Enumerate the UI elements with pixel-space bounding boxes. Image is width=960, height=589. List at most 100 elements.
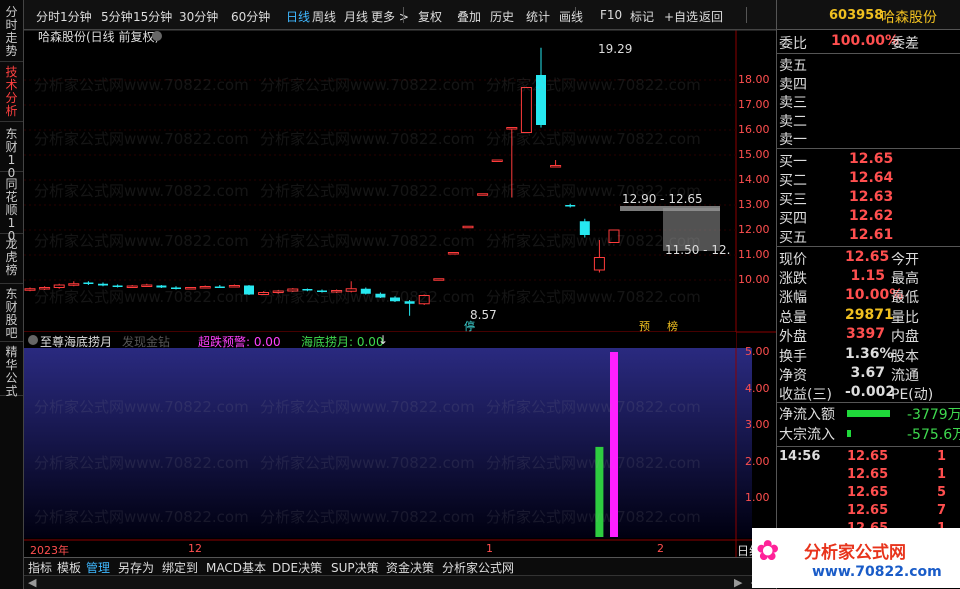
- indicator-tick: 4.00: [745, 381, 770, 395]
- stat-label-2: 最高: [891, 271, 919, 288]
- candle-body: [579, 221, 590, 235]
- stat-label-2: 今开: [891, 252, 919, 268]
- chevron-down-icon[interactable]: [28, 335, 38, 345]
- candle: [593, 240, 605, 273]
- fish-label: 海底捞月: 0.00: [301, 335, 384, 349]
- bottom-tab-5[interactable]: MACD基本: [206, 559, 266, 576]
- indicator-bar: [595, 446, 604, 537]
- buy-level-price: 12.62: [849, 208, 894, 224]
- candle-body: [360, 288, 371, 294]
- stock-chart-window: { "vertical_tabs":["分时走势","技术分析","东财10",…: [0, 0, 960, 589]
- price-tick: 14.00: [738, 173, 770, 186]
- price-tick: 13.00: [738, 198, 770, 211]
- horizontal-scrollbar[interactable]: ◀ ▶ +: [24, 575, 776, 589]
- candle: [390, 296, 400, 302]
- stock-code: 603958: [829, 8, 884, 23]
- buy-level-label: 买五: [779, 230, 807, 246]
- candle-body: [302, 289, 313, 291]
- candle: [462, 225, 474, 229]
- buy-level-label: 买一: [779, 154, 807, 170]
- bottom-tab-1[interactable]: 模板: [57, 559, 81, 576]
- candle: [550, 160, 562, 168]
- scroll-right-icon[interactable]: ▶: [734, 576, 742, 589]
- candle: [520, 87, 532, 133]
- stat-label: 涨幅: [779, 290, 807, 307]
- candle: [345, 281, 357, 293]
- candle: [447, 252, 459, 255]
- fish-arrow: ↓: [378, 333, 389, 347]
- candle: [39, 286, 51, 290]
- stat-label: 涨跌: [779, 271, 807, 288]
- buy-level-label: 买二: [779, 173, 807, 189]
- candle: [302, 288, 313, 292]
- date-dec: 12: [188, 542, 202, 555]
- tick-price: 12.65: [847, 485, 889, 500]
- candle: [214, 285, 225, 288]
- price-zone-bar: [620, 206, 720, 211]
- price-tick: 17.00: [738, 98, 770, 111]
- sell-level-label: 卖四: [779, 76, 807, 93]
- bottom-tab-0[interactable]: 指标: [28, 559, 52, 576]
- flow-value: -575.6万: [907, 427, 960, 443]
- date-feb: 2: [657, 542, 664, 555]
- indicator-tick: 3.00: [745, 418, 770, 431]
- stat-label: 外盘: [779, 328, 807, 345]
- candle-body: [24, 288, 36, 291]
- sell-level-label: 卖二: [779, 113, 807, 130]
- tick-price: 12.65: [847, 449, 889, 464]
- stat-label: 净资: [779, 368, 807, 385]
- candle-body: [433, 278, 445, 281]
- bottom-tab-2[interactable]: 管理: [86, 559, 110, 576]
- scroll-left-icon[interactable]: ◀: [28, 576, 36, 589]
- stat-value: 1.15: [850, 268, 885, 285]
- date-jan: 1: [486, 542, 493, 555]
- candle: [579, 218, 590, 238]
- tick-volume: 5: [937, 485, 947, 500]
- candle: [185, 287, 197, 290]
- candle: [68, 281, 80, 287]
- candle: [506, 127, 518, 198]
- annotation-range2: 11.50 - 12.: [665, 243, 731, 257]
- price-tick: 11.00: [738, 248, 770, 261]
- buy-level-price: 12.61: [849, 227, 894, 243]
- bottom-tab-9[interactable]: 分析家公式网: [442, 559, 514, 576]
- candle-body: [506, 127, 518, 130]
- candle: [53, 283, 65, 289]
- candle: [477, 193, 489, 196]
- commission-label: 委比: [779, 36, 807, 52]
- tick-volume: 7: [937, 503, 947, 518]
- candle-body: [375, 293, 386, 298]
- bottom-tab-6[interactable]: DDE决策: [272, 559, 322, 576]
- candle: [491, 159, 503, 162]
- candle: [112, 284, 123, 288]
- candle-body: [520, 87, 532, 133]
- candle-body: [565, 205, 576, 207]
- candle-body: [317, 290, 327, 292]
- candle: [156, 285, 167, 288]
- stat-label-2: 流通: [891, 368, 919, 385]
- candle: [199, 285, 211, 289]
- flow-label: 净流入额: [779, 407, 835, 423]
- stat-value: -0.002: [845, 384, 896, 401]
- bottom-tab-7[interactable]: SUP决策: [331, 559, 379, 576]
- candle: [126, 285, 138, 288]
- price-tick: 12.00: [738, 223, 770, 236]
- candle: [536, 47, 546, 128]
- indicator-bar: [610, 352, 618, 537]
- candle-body: [185, 287, 197, 290]
- flower-icon: ✿: [756, 534, 780, 567]
- candle: [360, 287, 371, 295]
- indicator-tick: 2.00: [745, 454, 770, 468]
- bottom-tab-4[interactable]: 绑定到: [162, 559, 198, 576]
- candle-body: [53, 284, 65, 288]
- candle-body: [68, 283, 80, 286]
- candle: [331, 289, 343, 293]
- indicator-panel-bg: [24, 348, 752, 538]
- bottom-tab-8[interactable]: 资金决策: [386, 559, 434, 576]
- candle-body: [345, 288, 357, 292]
- logo-url: www.70822.com: [812, 564, 942, 580]
- indicator-name: 至尊海底捞月: [40, 335, 113, 349]
- candle: [287, 288, 299, 292]
- warn-label: 超跌预警: 0.00: [198, 335, 281, 349]
- bottom-tab-3[interactable]: 另存为: [118, 559, 154, 576]
